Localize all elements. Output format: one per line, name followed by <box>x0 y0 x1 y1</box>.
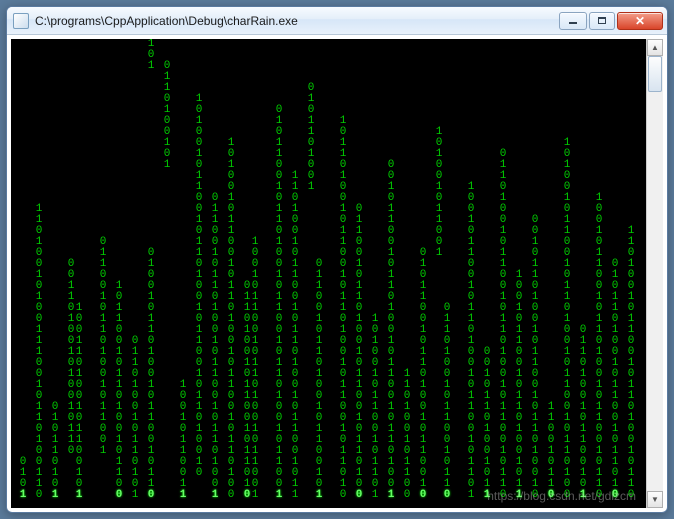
rain-char: 0 <box>499 490 507 501</box>
window-buttons: ✕ <box>557 12 663 30</box>
rain-column: 011010010110010110 <box>443 303 451 501</box>
rain-column: 110100101100101101001011001011 <box>291 171 299 501</box>
rain-char: 1 <box>467 490 475 501</box>
rain-column: 001101001010010110 <box>67 259 75 457</box>
rain-column: 10110010110100101100 <box>115 281 123 501</box>
rain-char: 0 <box>547 490 555 501</box>
rain-column: 100101100101101001011 <box>515 270 523 501</box>
rain-char: 0 <box>563 490 571 501</box>
console-output: 1101001011001011010010110010110100101100… <box>11 39 646 508</box>
rain-column: 01100101101001011001 <box>99 237 107 457</box>
rain-column: 10110100101100101101001011001011010 <box>339 116 347 501</box>
rain-char: 1 <box>579 490 587 501</box>
rain-char: 0 <box>339 490 347 501</box>
rain-char: 1 <box>515 490 523 501</box>
rain-column: 10010110010110100101100101101 <box>467 182 475 501</box>
window-title: C:\programs\CppApplication\Debug\charRai… <box>35 14 551 28</box>
close-icon: ✕ <box>635 15 645 27</box>
rain-column: 1001011001011010010110010110 <box>595 193 603 501</box>
rain-column: 101001011001011010010110010110100 <box>563 138 571 501</box>
rain-column: 10100101100101101 <box>371 314 379 501</box>
rain-column: 010110101 <box>51 402 59 501</box>
rain-column: 01001011010010110010110 <box>147 248 155 501</box>
rain-char: 0 <box>35 490 43 501</box>
rain-column: 110010110 <box>547 402 555 501</box>
rain-char: 0 <box>419 490 427 501</box>
scroll-down-button[interactable]: ▼ <box>647 491 663 508</box>
rain-char: 1 <box>251 490 259 501</box>
rain-char: 1 <box>99 446 107 457</box>
app-icon <box>13 13 29 29</box>
rain-column: 0101 <box>19 457 27 501</box>
rain-char: 1 <box>275 490 283 501</box>
rain-char: 0 <box>243 490 251 501</box>
rain-column: 0110010110100101100101101001 <box>211 193 219 501</box>
rain-column: 01101001011001011010 <box>243 281 251 501</box>
rain-char: 0 <box>227 490 235 501</box>
rain-column: 0110100101100101 <box>579 325 587 501</box>
rain-column: 0110010110100101100101 <box>315 259 323 501</box>
rain-char: 0 <box>611 490 619 501</box>
rain-column: 101 <box>147 39 155 72</box>
rain-column: 110100101100 <box>403 369 411 501</box>
rain-char: 1 <box>315 490 323 501</box>
rain-column: 100110100101100101 <box>75 303 83 501</box>
rain-column: 0110100101 <box>163 61 171 171</box>
rain-char: 1 <box>19 490 27 501</box>
rain-char: 1 <box>75 490 83 501</box>
rain-char: 1 <box>387 490 395 501</box>
rain-column: 100101100101101001011001 <box>251 237 259 501</box>
rain-char: 1 <box>179 490 187 501</box>
rain-char: 0 <box>403 490 411 501</box>
rain-char: 0 <box>115 490 123 501</box>
app-window: C:\programs\CppApplication\Debug\charRai… <box>6 6 668 513</box>
rain-column: 101001011001011010010110010110100 <box>227 138 235 501</box>
scroll-thumb[interactable] <box>648 56 662 92</box>
rain-char: 0 <box>595 490 603 501</box>
scroll-track[interactable] <box>647 56 663 491</box>
rain-char: 0 <box>531 490 539 501</box>
minimize-button[interactable] <box>559 12 587 30</box>
minimize-icon <box>569 22 577 24</box>
rain-char: 1 <box>483 490 491 501</box>
rain-column: 010110010110100101100101101001011001 <box>275 105 283 501</box>
titlebar[interactable]: C:\programs\CppApplication\Debug\charRai… <box>7 7 667 35</box>
rain-column: 00101101001011 <box>483 347 491 501</box>
scroll-up-button[interactable]: ▲ <box>647 39 663 56</box>
rain-column: 10010110011 <box>179 380 187 501</box>
rain-char: 1 <box>307 182 315 193</box>
rain-column: 10100101100101101001011001011010010 <box>195 94 203 479</box>
rain-char: 0 <box>67 446 75 457</box>
rain-column: 00101101001011001011010010 <box>531 215 539 501</box>
rain-char: 1 <box>51 490 59 501</box>
rain-column: 011001011010010110010110100 <box>355 204 363 501</box>
rain-column: 101001011001 <box>435 127 443 259</box>
rain-column: 0101101001011001011010 <box>611 259 619 501</box>
close-button[interactable]: ✕ <box>617 12 663 30</box>
rain-char: 1 <box>211 490 219 501</box>
rain-column: 0101101001 <box>307 83 315 193</box>
rain-char: 1 <box>147 61 155 72</box>
rain-char: 0 <box>627 490 635 501</box>
vertical-scrollbar[interactable]: ▲ ▼ <box>646 39 663 508</box>
rain-column: 110100101001110010110100110 <box>35 204 43 501</box>
maximize-button[interactable] <box>589 12 615 30</box>
rain-column: 01011001011010010110010 <box>419 248 427 501</box>
rain-column: 0010110010110100101100101101001 <box>387 160 395 501</box>
rain-char: 1 <box>291 490 299 501</box>
client-area: 1101001011001011010010110010110100101100… <box>11 39 663 508</box>
rain-char: 1 <box>371 490 379 501</box>
rain-char: 1 <box>435 248 443 259</box>
rain-char: 0 <box>355 490 363 501</box>
rain-column: 01101001011001011010010110010110 <box>499 149 507 501</box>
rain-char: 1 <box>163 160 171 171</box>
rain-char: 0 <box>195 468 203 479</box>
maximize-icon <box>598 17 606 24</box>
rain-column: 1101001011001011010010110 <box>627 226 635 501</box>
rain-char: 0 <box>443 490 451 501</box>
rain-column: 011010010110101 <box>131 336 139 501</box>
rain-char: 0 <box>147 490 155 501</box>
rain-char: 1 <box>131 490 139 501</box>
